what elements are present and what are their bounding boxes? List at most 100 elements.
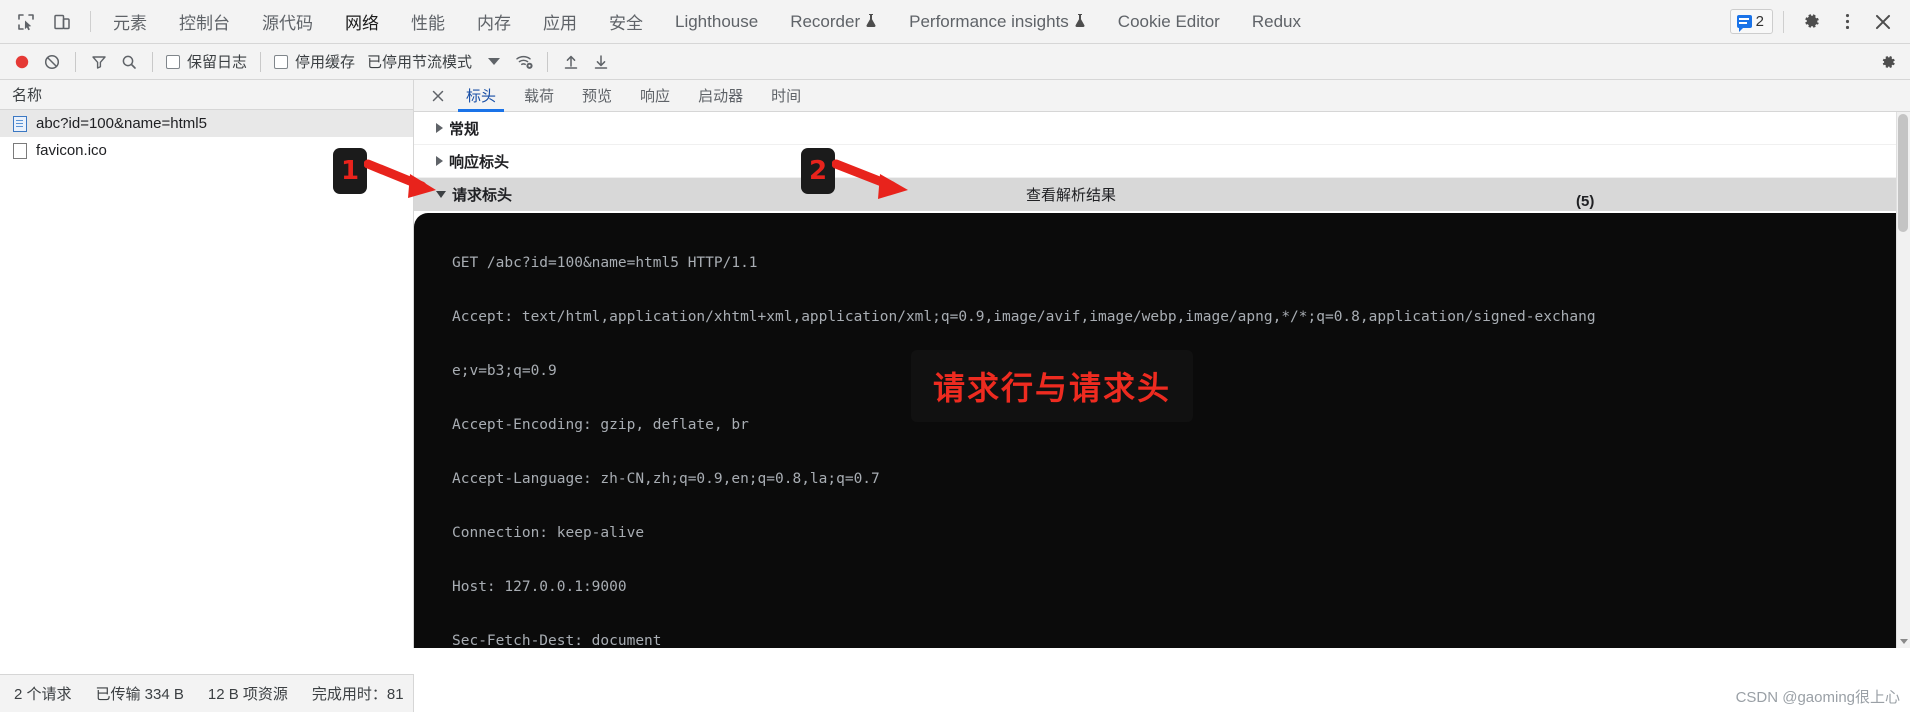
raw-header-line: Sec-Fetch-Dest: document	[452, 633, 662, 648]
tab-label: 性能	[411, 14, 445, 33]
tab-cookie-editor[interactable]: Cookie Editor	[1102, 0, 1236, 43]
network-status-bar: 2 个请求 已传输 334 B 12 B 项资源 完成用时：81	[0, 674, 414, 712]
devtools-window: 元素 控制台 源代码 网络 性能 内存 应用 安全 Lighthouse Rec…	[0, 0, 1910, 712]
raw-header-line: GET /abc?id=100&name=html5 HTTP/1.1	[452, 255, 758, 271]
export-har-icon[interactable]	[587, 48, 615, 76]
detail-tab-response[interactable]: 响应	[626, 80, 684, 111]
tab-performance-insights[interactable]: Performance insights	[893, 0, 1102, 43]
status-finish-time: 完成用时：81	[311, 686, 404, 703]
tab-label: Redux	[1251, 11, 1301, 31]
tabbar-left-icons	[0, 0, 84, 43]
section-label: 请求标头	[452, 187, 513, 204]
section-response-headers[interactable]: 响应标头	[414, 145, 1910, 178]
detail-tab-initiator[interactable]: 启动器	[684, 80, 757, 111]
tab-label: Recorder	[790, 11, 861, 31]
tab-recorder[interactable]: Recorder	[774, 0, 893, 43]
throttling-dropdown-icon[interactable]	[480, 48, 508, 76]
disable-cache-label: 停用缓存	[295, 54, 356, 71]
tab-network[interactable]: 网络	[329, 0, 395, 43]
detail-tab-timing[interactable]: 时间	[757, 80, 815, 111]
raw-header-line: Host: 127.0.0.1:9000	[452, 579, 627, 595]
raw-header-line: Accept-Language: zh-CN,zh;q=0.9,en;q=0.8…	[452, 471, 880, 487]
annotation-red-label: 请求行与请求头	[911, 350, 1194, 422]
detail-tab-preview[interactable]: 预览	[568, 80, 626, 111]
toolbar-divider	[547, 51, 549, 72]
tab-label: Performance insights	[909, 11, 1069, 31]
tab-security[interactable]: 安全	[593, 0, 659, 43]
chevron-right-icon	[436, 123, 443, 133]
tab-lighthouse[interactable]: Lighthouse	[659, 0, 774, 43]
network-conditions-icon[interactable]	[510, 48, 538, 76]
kebab-menu-icon[interactable]	[1830, 5, 1864, 39]
raw-header-line: Connection: keep-alive	[452, 525, 645, 541]
section-label: 响应标头	[449, 153, 510, 171]
right-divider	[1783, 10, 1784, 33]
scrollbar-thumb[interactable]	[1898, 114, 1908, 232]
tabbar-right-controls: 2	[1729, 0, 1910, 43]
search-icon[interactable]	[115, 48, 143, 76]
section-label: 常规	[449, 120, 480, 138]
preserve-log-checkbox[interactable]: 保留日志	[162, 51, 251, 72]
raw-header-line: Accept: text/html,application/xhtml+xml,…	[452, 309, 1596, 325]
requests-column-header[interactable]: 名称	[0, 80, 413, 110]
experiment-flask-icon	[1074, 13, 1086, 31]
toolbar-divider	[152, 51, 153, 72]
tab-elements[interactable]: 元素	[97, 0, 163, 43]
disable-cache-checkbox[interactable]: 停用缓存	[270, 51, 359, 72]
section-general[interactable]: 常规	[414, 112, 1910, 145]
tab-label: 网络	[345, 14, 379, 33]
annotation-arrow-1	[364, 159, 436, 198]
tab-memory[interactable]: 内存	[461, 0, 527, 43]
gear-icon[interactable]	[1794, 5, 1828, 39]
tab-label: Cookie Editor	[1117, 11, 1220, 31]
raw-headers-block[interactable]: GET /abc?id=100&name=html5 HTTP/1.1 Acce…	[414, 213, 1910, 648]
detail-scrollbar[interactable]	[1896, 112, 1910, 648]
tab-label: 安全	[609, 14, 643, 33]
tab-application[interactable]: 应用	[527, 0, 593, 43]
record-button[interactable]	[8, 48, 36, 76]
tab-console[interactable]: 控制台	[163, 0, 246, 43]
message-bubble-icon	[1736, 15, 1752, 32]
panel-tabs: 元素 控制台 源代码 网络 性能 内存 应用 安全 Lighthouse Rec…	[97, 0, 1730, 43]
section-request-headers[interactable]: 请求标头 查看解析结果	[414, 178, 1910, 211]
toolbar-right	[1874, 48, 1902, 76]
import-har-icon[interactable]	[557, 48, 585, 76]
tab-label: 元素	[113, 14, 147, 33]
tab-performance[interactable]: 性能	[395, 0, 461, 43]
request-headers-count: (5)	[1576, 193, 1595, 210]
checkbox-box	[166, 54, 180, 69]
tab-label: 内存	[477, 14, 511, 33]
detail-tab-headers[interactable]: 标头	[452, 80, 510, 112]
console-message-badge[interactable]: 2	[1729, 9, 1773, 34]
request-name: favicon.ico	[36, 142, 107, 159]
annotation-arrow-2	[832, 159, 908, 199]
tab-label: 源代码	[262, 14, 313, 33]
status-resources: 12 B 项资源	[207, 686, 288, 703]
inspect-element-icon[interactable]	[10, 6, 42, 38]
document-icon	[13, 115, 27, 132]
clear-button[interactable]	[38, 48, 66, 76]
detail-tab-label: 时间	[771, 88, 802, 105]
blank-file-icon	[13, 142, 27, 159]
filter-icon[interactable]	[85, 48, 113, 76]
detail-tab-label: 启动器	[698, 88, 744, 105]
close-icon[interactable]	[1866, 5, 1900, 39]
status-request-count: 2 个请求	[14, 686, 72, 703]
device-toolbar-icon[interactable]	[46, 6, 78, 38]
detail-tab-payload[interactable]: 载荷	[510, 80, 568, 111]
watermark: CSDN @gaoming很上心	[1735, 689, 1900, 706]
close-detail-icon[interactable]	[424, 80, 452, 111]
tabbar-divider	[90, 11, 91, 32]
request-row-abc[interactable]: abc?id=100&name=html5	[0, 110, 413, 137]
tab-sources[interactable]: 源代码	[246, 0, 329, 43]
tab-redux[interactable]: Redux	[1236, 0, 1317, 43]
toolbar-divider	[260, 51, 262, 72]
view-parsed-link[interactable]: 查看解析结果	[1026, 184, 1116, 205]
toolbar-divider	[75, 51, 76, 72]
network-settings-icon[interactable]	[1874, 48, 1902, 76]
tab-label: 控制台	[179, 14, 230, 33]
scroll-down-icon[interactable]	[1900, 639, 1908, 644]
message-count: 2	[1755, 13, 1764, 30]
column-header-name: 名称	[12, 87, 43, 104]
tab-label: 应用	[543, 14, 577, 33]
